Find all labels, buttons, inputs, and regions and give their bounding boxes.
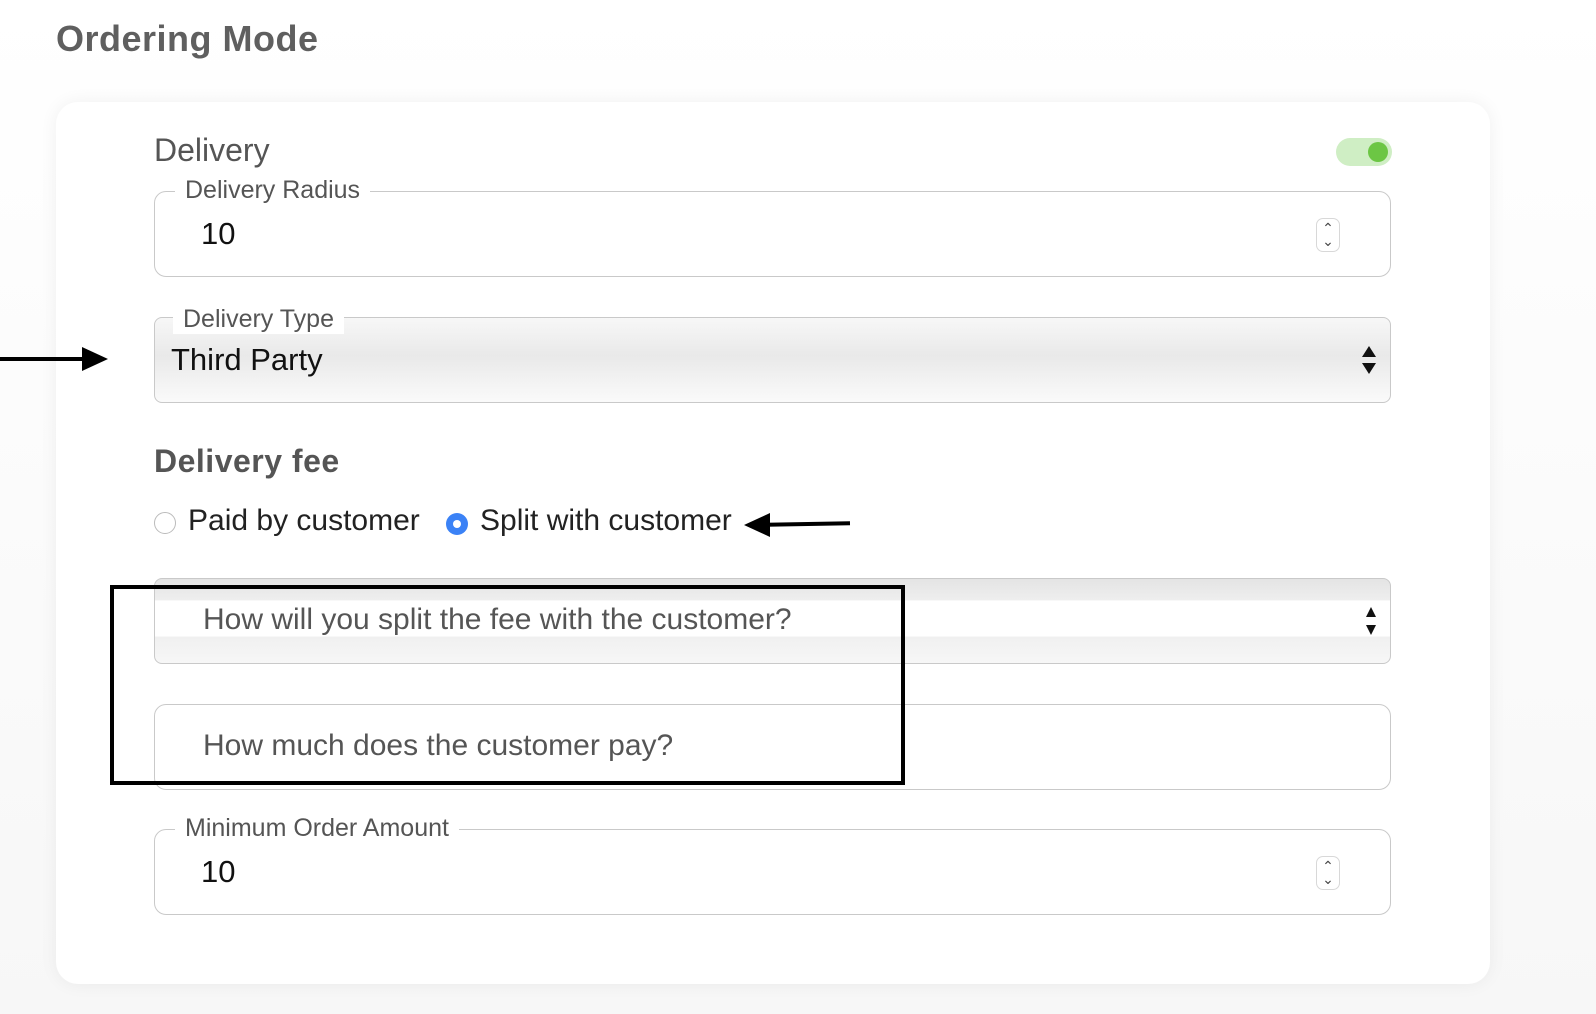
chevron-down-icon[interactable]: ⌄ xyxy=(1321,872,1335,886)
select-updown-icon xyxy=(1362,346,1376,374)
fee-split-placeholder: How will you split the fee with the cust… xyxy=(203,603,792,636)
delivery-toggle[interactable] xyxy=(1336,138,1392,166)
minimum-order-value[interactable]: 10 xyxy=(201,854,235,890)
radio-split-with-customer-label[interactable]: Split with customer xyxy=(480,504,732,538)
select-updown-icon xyxy=(1366,607,1376,635)
delivery-label: Delivery xyxy=(154,132,270,168)
page-title: Ordering Mode xyxy=(56,18,319,59)
delivery-radius-field[interactable]: Delivery Radius 10 ⌃ ⌄ xyxy=(154,172,1391,277)
delivery-type-value: Third Party xyxy=(171,342,323,377)
delivery-radius-value[interactable]: 10 xyxy=(201,216,235,252)
minimum-order-label: Minimum Order Amount xyxy=(175,810,459,846)
minimum-order-stepper[interactable]: ⌃ ⌄ xyxy=(1316,856,1340,890)
annotation-arrow-line xyxy=(0,357,84,361)
delivery-fee-title: Delivery fee xyxy=(154,443,340,479)
chevron-down-icon[interactable]: ⌄ xyxy=(1321,234,1335,248)
minimum-order-field[interactable]: Minimum Order Amount 10 ⌃ ⌄ xyxy=(154,810,1391,915)
radio-paid-by-customer[interactable] xyxy=(154,512,176,539)
customer-pays-placeholder: How much does the customer pay? xyxy=(203,729,674,762)
toggle-knob xyxy=(1368,142,1388,162)
delivery-radius-stepper[interactable]: ⌃ ⌄ xyxy=(1316,218,1340,252)
fee-split-select[interactable]: How will you split the fee with the cust… xyxy=(154,578,1391,664)
radio-unselected-icon[interactable] xyxy=(154,512,176,534)
radio-selected-icon[interactable] xyxy=(446,513,468,535)
delivery-radius-label: Delivery Radius xyxy=(175,172,371,208)
radio-split-with-customer[interactable] xyxy=(446,513,468,540)
radio-paid-by-customer-label[interactable]: Paid by customer xyxy=(188,504,420,538)
ordering-mode-page: Ordering Mode Delivery Delivery Radius 1… xyxy=(0,0,1596,1014)
customer-pays-input[interactable]: How much does the customer pay? xyxy=(154,704,1391,790)
annotation-arrow-head-icon xyxy=(82,347,108,371)
delivery-type-label: Delivery Type xyxy=(173,304,344,334)
delivery-type-select[interactable]: Delivery Type Third Party xyxy=(154,304,1391,403)
